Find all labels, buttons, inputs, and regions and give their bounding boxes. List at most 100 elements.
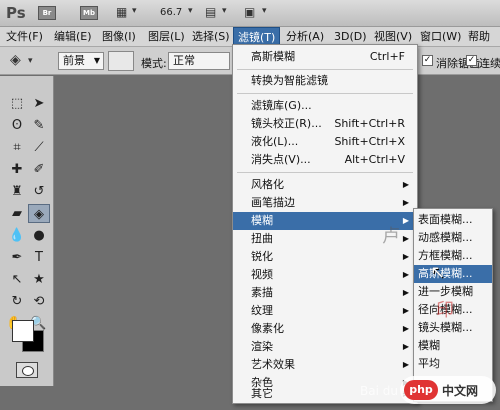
chevron-down-icon[interactable]: ▾: [222, 6, 227, 16]
chevron-down-icon[interactable]: ▾: [132, 6, 137, 16]
path-select-tool-icon[interactable]: ↖: [6, 270, 28, 289]
history-brush-tool-icon[interactable]: ↺: [28, 182, 50, 201]
menu-item-label: 纹理: [251, 304, 273, 317]
view-extras-icon[interactable]: ▦: [116, 5, 127, 19]
menu-item-shortcut: Shift+Ctrl+R: [334, 117, 405, 130]
menu-edit[interactable]: 编辑(E): [50, 27, 96, 47]
menu-item-filter-gallery[interactable]: 滤镜库(G)...: [233, 97, 417, 115]
submenu-arrow-icon: ▶: [402, 270, 409, 279]
healing-brush-tool-icon[interactable]: ✚: [6, 160, 28, 179]
clone-stamp-tool-icon[interactable]: ♜: [6, 182, 28, 201]
menu-image[interactable]: 图像(I): [98, 27, 140, 47]
menu-item-label: 渲染: [251, 340, 273, 353]
php-logo: php: [404, 380, 438, 400]
submenu-arrow-icon: ▶: [402, 216, 409, 225]
submenu-item-surface-blur[interactable]: 表面模糊...: [414, 211, 492, 229]
menu-item-lens-correction[interactable]: 镜头校正(R)... Shift+Ctrl+R: [233, 115, 417, 133]
3d-rotate-tool-icon[interactable]: ↻: [6, 292, 28, 311]
mode-select[interactable]: 正常: [168, 52, 230, 70]
menu-file[interactable]: 文件(F): [2, 27, 47, 47]
menu-item-label: 扭曲: [251, 232, 273, 245]
menu-item-shortcut: Alt+Ctrl+V: [344, 153, 405, 166]
pattern-picker[interactable]: [108, 51, 134, 71]
submenu-arrow-icon: ▶: [402, 234, 409, 243]
php-cn-text: 中文网: [442, 384, 479, 398]
menu-separator: [237, 93, 413, 94]
lasso-tool-icon[interactable]: ʘ: [6, 116, 28, 135]
dodge-tool-icon[interactable]: ●: [28, 226, 50, 245]
mode-value: 正常: [173, 54, 195, 67]
marquee-tool-icon[interactable]: ⬚: [6, 94, 28, 113]
mode-label: 模式:: [141, 57, 167, 70]
menu-layer[interactable]: 图层(L): [144, 27, 189, 47]
photoshop-logo: Ps: [6, 4, 26, 22]
foreground-color-swatch[interactable]: [12, 320, 34, 342]
submenu-item-box-blur[interactable]: 方框模糊...: [414, 247, 492, 265]
paint-bucket-tool-icon[interactable]: ◈: [28, 204, 50, 223]
shape-tool-icon[interactable]: ★: [28, 270, 50, 289]
chevron-down-icon[interactable]: ▾: [262, 6, 267, 16]
mini-bridge-button[interactable]: Mb: [80, 6, 98, 20]
menu-item-label: 模糊: [251, 214, 273, 227]
arrange-documents-icon[interactable]: ▤: [205, 5, 216, 19]
crop-tool-icon[interactable]: ⌗: [6, 138, 28, 157]
submenu-item-average[interactable]: 平均: [414, 355, 492, 373]
menu-item-stylize[interactable]: 风格化 ▶: [233, 176, 417, 194]
menu-item-last-filter[interactable]: 高斯模糊 Ctrl+F: [233, 48, 417, 66]
submenu-item-gaussian-blur[interactable]: 高斯模糊...: [414, 265, 492, 283]
menu-item-label: 视频: [251, 268, 273, 281]
menu-item-liquify[interactable]: 液化(L)... Shift+Ctrl+X: [233, 133, 417, 151]
pen-tool-icon[interactable]: ✒: [6, 248, 28, 267]
menu-item-label: 其它: [251, 387, 273, 400]
submenu-arrow-icon: ▶: [402, 324, 409, 333]
menu-select[interactable]: 选择(S): [188, 27, 234, 47]
zoom-level[interactable]: 66.7: [160, 7, 182, 18]
menu-separator: [237, 69, 413, 70]
eyedropper-tool-icon[interactable]: ⟋: [28, 138, 50, 157]
menu-item-label: 转换为智能滤镜: [251, 74, 328, 87]
fill-source-select[interactable]: 前景 ▼: [58, 52, 104, 70]
toolbox: ⬚ ➤ ʘ ✎ ⌗ ⟋ ✚ ✐ ♜ ↺ ▰ ◈ 💧 ● ✒ T ↖ ★ ↻ ⟲ …: [0, 76, 54, 386]
submenu-item-lens-blur[interactable]: 镜头模糊...: [414, 319, 492, 337]
chevron-down-icon[interactable]: ▾: [188, 6, 193, 16]
menu-item-render[interactable]: 渲染 ▶: [233, 338, 417, 356]
menu-item-label: 像素化: [251, 322, 284, 335]
move-tool-icon[interactable]: ➤: [28, 94, 50, 113]
contiguous-checkbox[interactable]: ✓: [466, 55, 477, 66]
menu-item-artistic[interactable]: 艺术效果 ▶: [233, 356, 417, 374]
mouse-cursor-icon: ↖: [430, 262, 446, 283]
menu-item-brush-strokes[interactable]: 画笔描边 ▶: [233, 194, 417, 212]
menu-item-vanishing-point[interactable]: 消失点(V)... Alt+Ctrl+V: [233, 151, 417, 169]
submenu-item-blur[interactable]: 模糊: [414, 337, 492, 355]
menu-item-shortcut: Shift+Ctrl+X: [334, 135, 405, 148]
menu-item-convert-smart-filter[interactable]: 转换为智能滤镜: [233, 72, 417, 90]
menu-help[interactable]: 帮助: [464, 27, 494, 47]
antialias-checkbox[interactable]: ✓: [422, 55, 433, 66]
menu-item-sharpen[interactable]: 锐化 ▶: [233, 248, 417, 266]
brush-tool-icon[interactable]: ✐: [28, 160, 50, 179]
menu-item-label: 消失点(V)...: [251, 153, 311, 166]
paint-bucket-icon[interactable]: ◈: [10, 52, 21, 68]
eraser-tool-icon[interactable]: ▰: [6, 204, 28, 223]
submenu-item-blur-more[interactable]: 进一步模糊: [414, 283, 492, 301]
menu-item-sketch[interactable]: 素描 ▶: [233, 284, 417, 302]
menu-separator: [237, 172, 413, 173]
3d-orbit-tool-icon[interactable]: ⟲: [28, 292, 50, 311]
watermark-stamp: 卢: [379, 226, 400, 246]
submenu-item-motion-blur[interactable]: 动感模糊...: [414, 229, 492, 247]
type-tool-icon[interactable]: T: [28, 248, 50, 267]
submenu-arrow-icon: ▶: [402, 252, 409, 261]
menu-item-label: 素描: [251, 286, 273, 299]
chevron-down-icon[interactable]: ▾: [28, 56, 33, 66]
menu-item-video[interactable]: 视频 ▶: [233, 266, 417, 284]
submenu-arrow-icon: ▶: [402, 306, 409, 315]
screen-mode-icon[interactable]: ▣: [244, 5, 255, 19]
bridge-button[interactable]: Br: [38, 6, 56, 20]
quick-select-tool-icon[interactable]: ✎: [28, 116, 50, 135]
menu-window[interactable]: 窗口(W): [416, 27, 465, 47]
menu-item-texture[interactable]: 纹理 ▶: [233, 302, 417, 320]
blur-tool-icon[interactable]: 💧: [6, 226, 28, 245]
quick-mask-button[interactable]: [16, 362, 38, 378]
menu-item-label: 镜头校正(R)...: [251, 117, 322, 130]
menu-item-pixelate[interactable]: 像素化 ▶: [233, 320, 417, 338]
